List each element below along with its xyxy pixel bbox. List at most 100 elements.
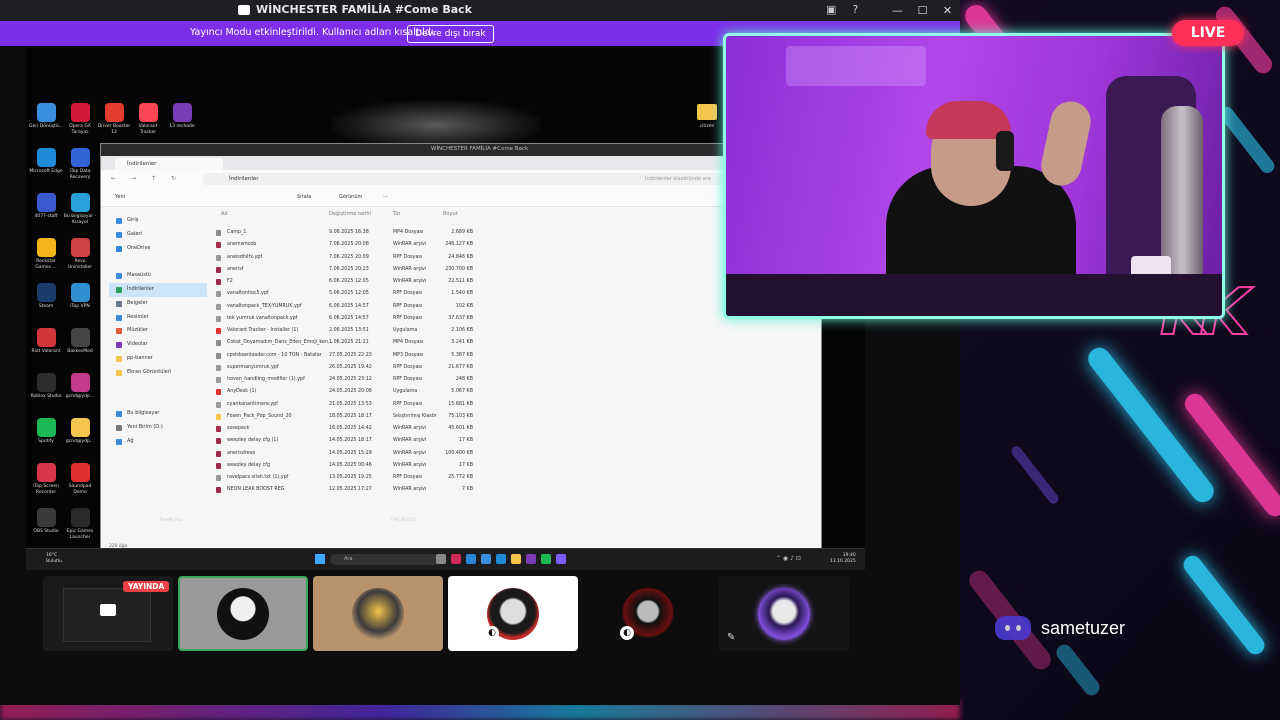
folder-icon[interactable]: [697, 104, 717, 120]
sidebar-item[interactable]: OneDrive: [109, 242, 207, 256]
file-row[interactable]: supermanyumruk.ypf 26.05.2025 19:42 RPF Do…: [211, 362, 771, 374]
file-row[interactable]: vanaltonpack_TEX-YUMRUK.ypf 6.06.2025 14:…: [211, 301, 771, 313]
address-bar[interactable]: İndirilenler: [203, 173, 649, 185]
column-date[interactable]: Değiştirme tarihi: [329, 211, 371, 217]
windows-start-icon[interactable]: [315, 554, 325, 564]
sidebar-item[interactable]: Videolar: [109, 338, 207, 352]
participant-tile[interactable]: ◐: [448, 576, 578, 651]
sort-button[interactable]: Sırala: [297, 194, 311, 200]
desktop-icon[interactable]: Bu bilgisayar - Kısayol: [63, 190, 97, 235]
column-type[interactable]: Tür: [393, 211, 401, 217]
desktop-icon[interactable]: Spotify: [29, 415, 63, 460]
desktop-icon[interactable]: OBS Studio: [29, 505, 63, 550]
file-row[interactable]: Foxen_Pack_Pop_Sound_20 18.05.2025 18:17 S…: [211, 411, 771, 423]
desktop-icon[interactable]: iTop Screen Recorder: [29, 460, 63, 505]
edge-icon[interactable]: [496, 554, 506, 564]
desktop-icon[interactable]: Roblox Studio: [29, 370, 63, 415]
maximize-button[interactable]: ☐: [910, 0, 935, 21]
app-icon[interactable]: [451, 554, 461, 564]
desktop-icon[interactable]: Revo Uninstaller: [63, 235, 97, 280]
file-row[interactable]: anerisf 7.06.2025 20:23 WinRAR arşivi 230.7…: [211, 264, 771, 276]
taskbar-search[interactable]: Ara: [330, 554, 440, 565]
desktop-icon[interactable]: Riot Valorant: [29, 325, 63, 370]
file-row[interactable]: ravelpacs silah.txt (1).ypf 13.05.2025 19…: [211, 472, 771, 484]
desktop-icon[interactable]: Steam: [29, 280, 63, 325]
disable-streamer-mode-button[interactable]: Devre dışı bırak: [407, 25, 494, 43]
participant-tile[interactable]: [313, 576, 443, 651]
minimize-button[interactable]: —: [885, 0, 910, 21]
sidebar-item[interactable]: Müzikler: [109, 324, 207, 338]
more-icon[interactable]: ···: [383, 194, 388, 200]
column-size[interactable]: Boyut: [443, 211, 458, 217]
file-explorer-window[interactable]: WİNCHESTER FAMİLİA #Come Back İndirilenl…: [100, 143, 822, 557]
app-icon[interactable]: [466, 554, 476, 564]
app-icon[interactable]: [526, 554, 536, 564]
taskbar-clock[interactable]: 19:40 13.10.2025: [830, 553, 856, 565]
up-icon[interactable]: ↑: [151, 175, 156, 182]
sidebar-item[interactable]: Ekran Görüntüleri: [109, 366, 207, 380]
column-name[interactable]: Ad: [221, 211, 228, 217]
refresh-icon[interactable]: ↻: [171, 175, 176, 182]
system-tray[interactable]: ⌃ ◉ ♪ ⊡: [776, 555, 801, 562]
app-icon[interactable]: [481, 554, 491, 564]
file-row[interactable]: weezley delay cfg 14.05.2025 00:46 WinRAR …: [211, 460, 771, 472]
sidebar-item[interactable]: Belgeler: [109, 297, 207, 311]
file-row[interactable]: NEON LEAK BOOST REG 12.05.2025 17:27 WinRA…: [211, 484, 771, 496]
file-row[interactable]: AnyDesk (1) 24.05.2025 20:08 Uygulama 5.067…: [211, 386, 771, 398]
file-row[interactable]: cpstdownloader.com - 10 TON - Batafar 27.…: [211, 350, 771, 362]
spotify-icon[interactable]: [541, 554, 551, 564]
view-button[interactable]: Görünüm: [339, 194, 362, 200]
close-button[interactable]: ✕: [935, 0, 960, 21]
desktop-file-label[interactable]: FiveM_Pro...: [160, 518, 186, 523]
participant-tile-stream[interactable]: YAYINDA: [43, 576, 173, 651]
desktop-icon[interactable]: iTop Data Recovery: [63, 145, 97, 190]
desktop-icon[interactable]: Geri Dönüştü...: [29, 100, 63, 145]
desktop-icon[interactable]: Driver Booster 12: [97, 100, 131, 145]
sidebar-item[interactable]: Resimler: [109, 311, 207, 325]
explorer-tab[interactable]: İndirilenler: [115, 158, 223, 170]
desktop-file-label[interactable]: FPS_BOOST...: [391, 518, 421, 523]
file-row[interactable]: tek yumruk vanaltonpack.ypf 6.06.2025 14:…: [211, 313, 771, 325]
back-icon[interactable]: ←: [111, 175, 116, 182]
sidebar-item[interactable]: Galeri: [109, 228, 207, 242]
file-row[interactable]: sosepack 16.05.2025 14:42 WinRAR arşivi 45.…: [211, 423, 771, 435]
task-view-icon[interactable]: [436, 554, 446, 564]
file-row[interactable]: F2 6.06.2025 12:05 WinRAR arşivi 22.511 KB: [211, 276, 771, 288]
file-row[interactable]: weezley delay cfg (1) 14.05.2025 18:17 Win…: [211, 435, 771, 447]
desktop-icon[interactable]: Opera GX Tarayıcı: [63, 100, 97, 145]
sidebar-item[interactable]: İndirilenler: [109, 282, 207, 297]
desktop-icon[interactable]: Rockstar Games ...: [29, 235, 63, 280]
new-button[interactable]: Yeni: [115, 194, 125, 200]
desktop-icon[interactable]: 13 rechade: [165, 100, 199, 145]
sidebar-item[interactable]: Ağ: [109, 435, 207, 449]
participant-tile[interactable]: ◐: [583, 576, 713, 651]
discord-icon[interactable]: [556, 554, 566, 564]
file-row[interactable]: Camp_1 9.06.2025 16:38 MP4 Dosyası 2.689 KB: [211, 227, 771, 239]
desktop-icon[interactable]: iTop VPN: [63, 280, 97, 325]
help-icon[interactable]: ?: [852, 3, 858, 16]
folder-icon[interactable]: [511, 554, 521, 564]
file-row[interactable]: aneisdhilfx.ypf 7.06.2025 20:09 RPF Dosyas…: [211, 252, 771, 264]
sidebar-item[interactable]: Masaüstü: [109, 269, 207, 283]
weather-widget[interactable]: 16°C Bulutlu: [46, 553, 62, 564]
desktop-icon[interactable]: 4077-staff: [29, 190, 63, 235]
participant-tile[interactable]: ✎: [719, 576, 849, 651]
file-row[interactable]: anerisdrevo 14.05.2025 15:29 WinRAR arşivi…: [211, 448, 771, 460]
desktop-icon[interactable]: gcnd@ydp...: [63, 415, 97, 460]
desktop-icon[interactable]: gcnd@ydp...: [63, 370, 97, 415]
participant-tile[interactable]: [178, 576, 308, 651]
file-row[interactable]: Cokat_Doyamadım_Dans_Eden_Emoji_ken... 1.…: [211, 337, 771, 349]
file-row[interactable]: cyankanantimera.ypf 21.05.2025 13:53 RPF D…: [211, 399, 771, 411]
file-row[interactable]: anemsmods 7.06.2025 20:08 WinRAR arşivi 246…: [211, 239, 771, 251]
inbox-icon[interactable]: ▣: [826, 3, 836, 16]
sidebar-item[interactable]: Yeni Birim (D:): [109, 421, 207, 435]
sidebar-item[interactable]: Bu bilgisayar: [109, 407, 207, 421]
file-row[interactable]: vanaltonhoc5.ypf 5.06.2025 12:05 RPF Dosya…: [211, 288, 771, 300]
desktop-icon[interactable]: Soundpad Demo: [63, 460, 97, 505]
file-row[interactable]: Valorant Tracker - Installer (1) 2.06.202…: [211, 325, 771, 337]
desktop-icon[interactable]: Epic Games Launcher: [63, 505, 97, 550]
desktop-icon[interactable]: Microsoft Edge: [29, 145, 63, 190]
desktop-icon[interactable]: Valorant Tracker: [131, 100, 165, 145]
file-row[interactable]: hoven_handling_modifier (1).ypf 24.05.202…: [211, 374, 771, 386]
sidebar-item[interactable]: pp-banner: [109, 352, 207, 366]
